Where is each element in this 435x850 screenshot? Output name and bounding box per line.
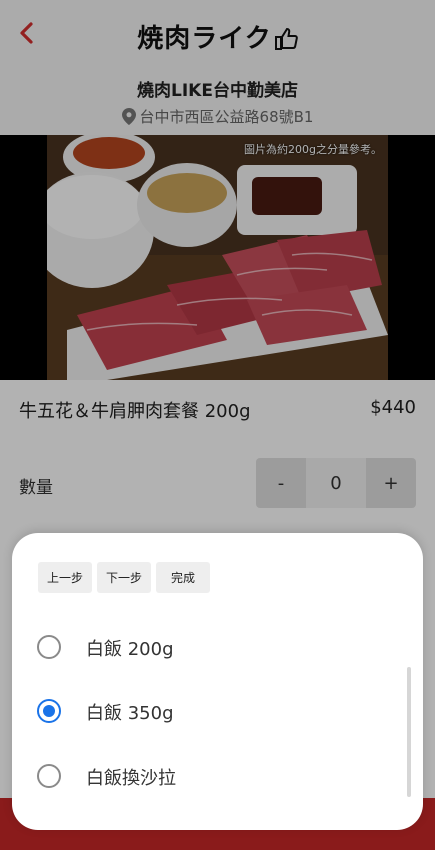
option-rice-to-salad[interactable]: 白飯換沙拉 [12,751,402,801]
radio-button[interactable] [37,764,61,788]
picker-toolbar: 上一步 下一步 完成 [38,562,210,593]
previous-button[interactable]: 上一步 [38,562,92,593]
radio-button[interactable] [37,635,61,659]
next-button[interactable]: 下一步 [97,562,151,593]
done-button[interactable]: 完成 [156,562,210,593]
scrollbar[interactable] [407,667,411,797]
option-label: 白飯 200g [86,639,174,660]
option-rice-200g[interactable]: 白飯 200g [12,622,402,672]
radio-button-selected[interactable] [37,699,61,723]
option-label: 白飯換沙拉 [86,768,176,789]
option-picker-sheet: 上一步 下一步 完成 白飯 200g 白飯 350g 白飯換沙拉 [12,533,423,830]
option-label: 白飯 350g [86,703,174,724]
option-rice-350g[interactable]: 白飯 350g [12,686,402,736]
